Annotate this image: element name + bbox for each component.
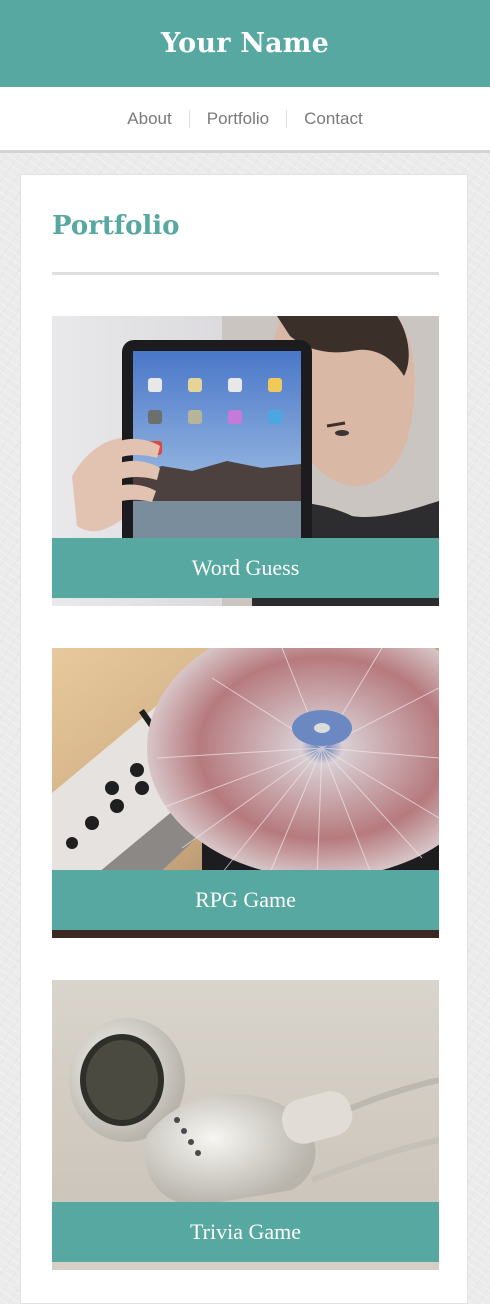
portfolio-caption-rpg-game: RPG Game <box>52 870 439 930</box>
portfolio-item-rpg-game[interactable]: RPG Game <box>52 648 439 938</box>
portfolio-caption-word-guess: Word Guess <box>52 538 439 598</box>
portfolio-card: Portfolio Word Guess RPG Game Trivia Gam… <box>20 174 468 1304</box>
portfolio-item-word-guess[interactable]: Word Guess <box>52 316 439 606</box>
title-divider <box>52 272 439 275</box>
nav-link-contact[interactable]: Contact <box>286 109 380 128</box>
nav-link-about[interactable]: About <box>110 109 188 128</box>
site-header: Your Name <box>0 0 490 87</box>
portfolio-item-trivia-game[interactable]: Trivia Game <box>52 980 439 1270</box>
portfolio-caption-trivia-game: Trivia Game <box>52 1202 439 1262</box>
section-title: Portfolio <box>52 211 180 241</box>
nav-link-portfolio[interactable]: Portfolio <box>188 109 286 128</box>
main-nav: About Portfolio Contact <box>0 87 490 153</box>
site-title: Your Name <box>161 28 329 59</box>
